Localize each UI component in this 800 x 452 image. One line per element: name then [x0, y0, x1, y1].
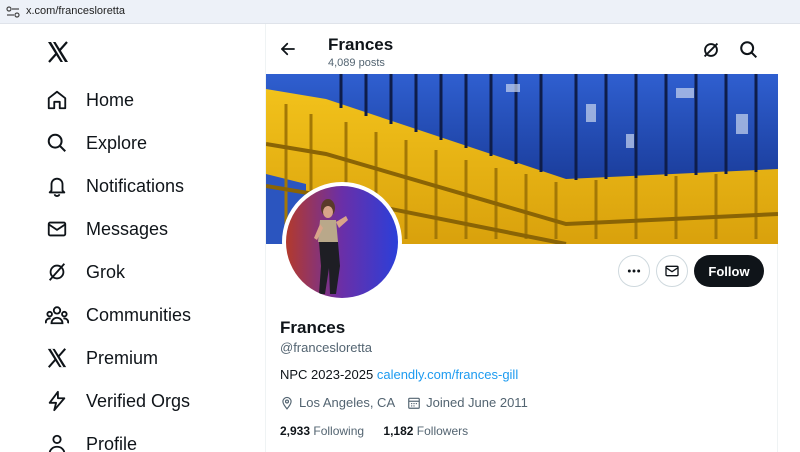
avatar[interactable]	[282, 182, 402, 302]
communities-icon	[44, 302, 70, 328]
x-logo-icon	[44, 345, 70, 371]
sidebar-item-label: Communities	[86, 304, 192, 325]
back-button[interactable]	[276, 37, 300, 61]
location: Los Angeles, CA	[280, 395, 395, 410]
home-icon	[44, 87, 70, 113]
sidebar-item-notifications[interactable]: Notifications	[44, 168, 184, 204]
message-button[interactable]	[656, 255, 688, 287]
sidebar-item-grok[interactable]: Grok	[44, 254, 125, 290]
sidebar-item-label: Profile	[86, 433, 138, 452]
profile-bio: NPC 2023-2025 calendly.com/frances-gill	[280, 367, 518, 382]
site-settings-icon[interactable]	[6, 6, 20, 18]
sidebar-item-home[interactable]: Home	[44, 82, 134, 118]
sidebar-item-verified-orgs[interactable]: Verified Orgs	[44, 383, 190, 419]
sidebar-item-messages[interactable]: Messages	[44, 211, 168, 247]
search-icon	[44, 130, 70, 156]
avatar-image	[286, 186, 398, 298]
followers-count: 1,182	[383, 424, 414, 438]
mail-icon	[665, 265, 679, 277]
bell-icon	[44, 173, 70, 199]
sidebar-item-label: Verified Orgs	[86, 390, 191, 411]
sidebar-item-label: Grok	[86, 261, 126, 282]
followers-label: Followers	[416, 424, 469, 438]
grok-icon	[44, 259, 70, 285]
grok-icon[interactable]	[700, 39, 722, 61]
sidebar-item-label: Notifications	[86, 175, 185, 196]
location-pin-icon	[282, 396, 292, 410]
profile-stats: 2,933 Following 1,182 Followers	[280, 424, 484, 438]
following-label: Following	[313, 424, 365, 438]
sidebar-item-communities[interactable]: Communities	[44, 297, 191, 333]
sidebar-nav: Home Explore Notifications Messages Grok…	[0, 24, 265, 452]
profile-header-bar: Frances 4,089 posts	[266, 24, 779, 74]
join-date-text: Joined June 2011	[426, 395, 528, 410]
header-name: Frances	[328, 35, 394, 54]
person-icon	[44, 431, 70, 452]
sidebar-item-explore[interactable]: Explore	[44, 125, 147, 161]
x-logo-icon[interactable]	[46, 40, 70, 64]
sidebar-item-premium[interactable]: Premium	[44, 340, 158, 376]
header-post-count: 4,089 posts	[328, 57, 385, 69]
bio-link[interactable]: calendly.com/frances-gill	[377, 367, 518, 382]
bio-text: NPC 2023-2025	[280, 367, 377, 382]
profile-handle: @francesloretta	[280, 340, 372, 355]
arrow-left-icon	[281, 42, 295, 56]
more-options-button[interactable]	[618, 255, 650, 287]
profile-column: Frances 4,089 posts Follow Frances @fran…	[265, 24, 779, 452]
location-text: Los Angeles, CA	[299, 395, 396, 410]
lightning-icon	[44, 388, 70, 414]
follow-button[interactable]: Follow	[694, 255, 764, 287]
sidebar-item-label: Explore	[86, 132, 148, 153]
sidebar-item-profile[interactable]: Profile	[44, 426, 137, 452]
calendar-icon	[408, 397, 420, 409]
join-date: Joined June 2011	[407, 395, 528, 410]
search-icon[interactable]	[738, 39, 760, 61]
url-text[interactable]: x.com/francesloretta	[26, 5, 125, 17]
profile-meta: Los Angeles, CA Joined June 2011	[280, 395, 540, 410]
sidebar-item-label: Premium	[86, 347, 159, 368]
following-link[interactable]: 2,933 Following	[280, 424, 364, 438]
sidebar-item-label: Messages	[86, 218, 169, 239]
following-count: 2,933	[280, 424, 311, 438]
more-horizontal-icon	[627, 269, 641, 273]
profile-display-name: Frances	[280, 318, 346, 337]
mail-icon	[44, 216, 70, 242]
followers-link[interactable]: 1,182 Followers	[383, 424, 468, 438]
address-bar[interactable]: x.com/francesloretta	[0, 0, 800, 24]
sidebar-item-label: Home	[86, 89, 135, 110]
